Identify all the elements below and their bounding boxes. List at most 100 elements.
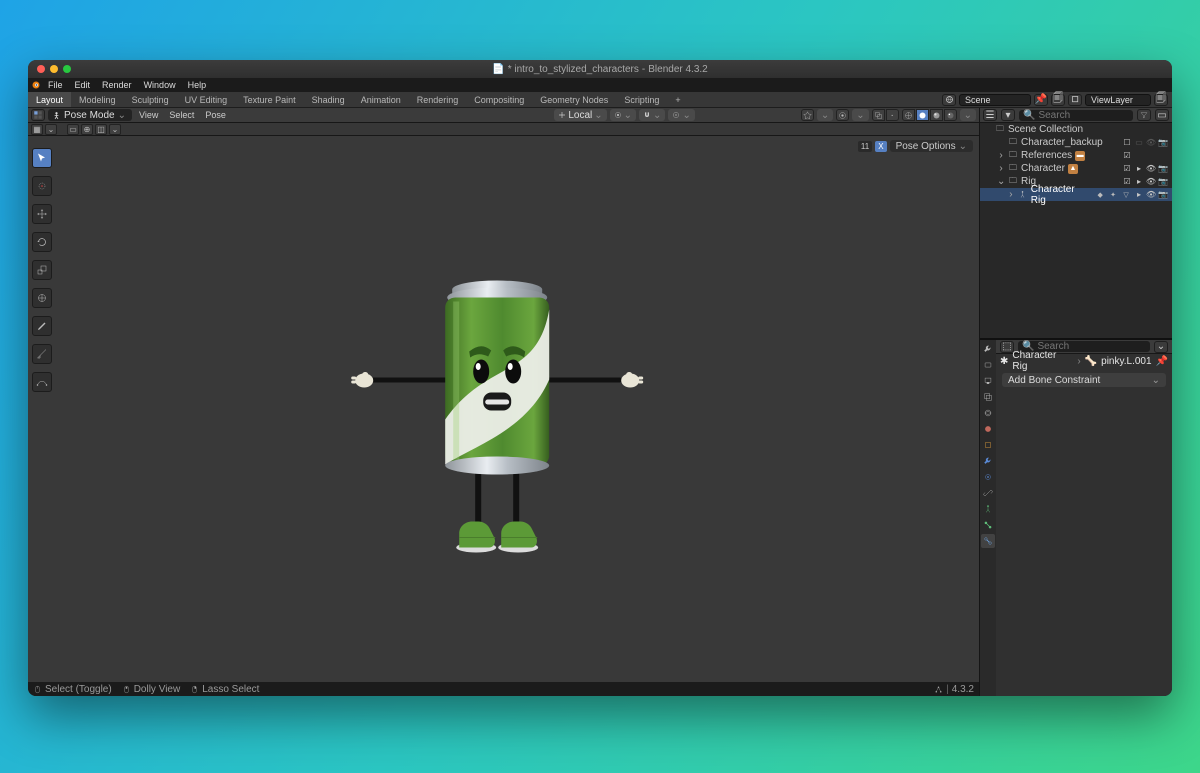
tree-row-references[interactable]: › 🗀 References ▬ ☑ — [980, 149, 1172, 162]
tool-cursor[interactable] — [32, 176, 52, 196]
hide-toggle[interactable]: 👁 — [1146, 164, 1156, 174]
viewport-menu-select[interactable]: Select — [165, 110, 198, 120]
gizmo-dropdown[interactable]: ⌄ — [817, 109, 833, 121]
render-toggle[interactable]: 📷 — [1158, 138, 1168, 148]
outliner-display-mode[interactable]: ▾ — [1001, 109, 1015, 121]
tab-geometry-nodes[interactable]: Geometry Nodes — [532, 92, 616, 107]
viewport-menu-pose[interactable]: Pose — [201, 110, 230, 120]
pin-icon[interactable]: 📌 — [1156, 356, 1168, 367]
exclude-checkbox[interactable]: ☐ — [1122, 138, 1132, 148]
scene-field[interactable]: Scene — [959, 94, 1031, 106]
ptab-object[interactable] — [981, 438, 995, 452]
viewport-3d[interactable]: 11 X Pose Options⌄ — [28, 136, 979, 682]
render-toggle[interactable]: 📷 — [1158, 190, 1168, 200]
scene-new-button[interactable]: 🗐 — [1051, 94, 1065, 106]
ptab-physics[interactable] — [981, 470, 995, 484]
tab-scripting[interactable]: Scripting — [616, 92, 667, 107]
outliner-search[interactable]: 🔍 Search — [1019, 110, 1133, 121]
tool-measure[interactable] — [32, 344, 52, 364]
pose-options-dropdown[interactable]: Pose Options⌄ — [890, 140, 973, 152]
xray-toggle[interactable] — [872, 109, 885, 121]
disclosure-icon[interactable]: › — [997, 150, 1005, 161]
exclude-checkbox[interactable]: ☑ — [1122, 164, 1132, 174]
overlay-dropdown[interactable]: ⌄ — [852, 109, 868, 121]
mode-selector[interactable]: Pose Mode ⌄ — [48, 109, 132, 121]
crumb-object[interactable]: Character Rig — [1012, 350, 1073, 372]
tree-row-character-backup[interactable]: 🗀 Character_backup ☐ ▭ 👁 📷 — [980, 136, 1172, 149]
ptab-viewlayer[interactable] — [981, 390, 995, 404]
outliner-new-collection[interactable]: ▭ — [1155, 109, 1169, 121]
crumb-bone[interactable]: pinky.L.001 — [1101, 356, 1151, 367]
ptab-tool[interactable] — [981, 342, 995, 356]
menu-file[interactable]: File — [42, 80, 69, 90]
matpreview-shading[interactable] — [930, 109, 943, 121]
viewlayer-new-button[interactable]: 🗐 — [1154, 94, 1168, 106]
wireframe-shading[interactable] — [902, 109, 915, 121]
add-bone-constraint-button[interactable]: Add Bone Constraint ⌄ — [1002, 373, 1166, 387]
tab-texture-paint[interactable]: Texture Paint — [235, 92, 304, 107]
ptab-constraints[interactable] — [981, 486, 995, 500]
tool-rotate[interactable] — [32, 232, 52, 252]
shading-dropdown[interactable]: ⌄ — [960, 109, 976, 121]
menu-edit[interactable]: Edit — [69, 80, 97, 90]
blender-logo-icon[interactable] — [28, 78, 42, 92]
xray-shade[interactable]: · — [886, 109, 899, 121]
selectable-toggle[interactable]: ▭ — [1134, 138, 1144, 148]
snap-popover[interactable]: ⌄ — [639, 109, 665, 121]
hide-toggle[interactable]: 👁 — [1146, 190, 1156, 200]
tool-setting-dup[interactable]: ◫ — [95, 124, 107, 135]
ptab-world[interactable] — [981, 422, 995, 436]
tool-annotate[interactable] — [32, 316, 52, 336]
tree-row-character-rig[interactable]: › Character Rig ◆ ✦ ▽ ▸ 👁 📷 — [980, 188, 1172, 201]
ptab-bone[interactable] — [981, 518, 995, 532]
tab-rendering[interactable]: Rendering — [409, 92, 467, 107]
properties-options[interactable]: ⌄ — [1154, 341, 1168, 353]
viewport-menu-view[interactable]: View — [135, 110, 162, 120]
editor-type-button[interactable] — [31, 109, 45, 121]
tool-setting-extra[interactable]: ⌄ — [109, 124, 121, 135]
tree-row-scene-collection[interactable]: 🗀 Scene Collection — [980, 123, 1172, 136]
tool-setting-cursor[interactable]: ⊕ — [81, 124, 93, 135]
proportional-edit[interactable]: ⌄ — [668, 109, 694, 121]
close-window-button[interactable] — [37, 65, 45, 73]
disclosure-icon[interactable]: › — [1007, 189, 1015, 200]
exclude-checkbox[interactable]: ☑ — [1122, 177, 1132, 187]
ptab-scene[interactable] — [981, 406, 995, 420]
render-toggle[interactable]: 📷 — [1158, 164, 1168, 174]
minimize-window-button[interactable] — [50, 65, 58, 73]
ptab-modifiers[interactable] — [981, 454, 995, 468]
selectable-toggle[interactable]: ▸ — [1134, 177, 1144, 187]
selectable-toggle[interactable]: ▸ — [1134, 190, 1144, 200]
outliner-editor-type[interactable]: ☰ — [983, 109, 997, 121]
render-toggle[interactable]: 📷 — [1158, 177, 1168, 187]
tool-settings-dropdown[interactable]: ⌄ — [45, 124, 57, 135]
disclosure-icon[interactable]: ⌄ — [997, 176, 1005, 187]
hide-toggle[interactable]: 👁 — [1146, 138, 1156, 148]
scene-browse-button[interactable] — [942, 94, 956, 106]
tool-setting-box[interactable]: ▭ — [67, 124, 79, 135]
tab-modeling[interactable]: Modeling — [71, 92, 124, 107]
tool-scale[interactable] — [32, 260, 52, 280]
overlay-toggle[interactable] — [836, 109, 849, 121]
pose-badge-number[interactable]: 11 — [858, 141, 872, 152]
viewlayer-field[interactable]: ViewLayer — [1085, 94, 1151, 106]
solid-shading[interactable] — [916, 109, 929, 121]
tab-layout[interactable]: Layout — [28, 92, 71, 107]
ptab-bone-constraint[interactable] — [981, 534, 995, 548]
tool-select-box[interactable] — [32, 148, 52, 168]
rendered-shading[interactable] — [944, 109, 957, 121]
gizmo-toggle[interactable] — [801, 109, 814, 121]
exclude-checkbox[interactable]: ☑ — [1122, 151, 1132, 161]
menu-help[interactable]: Help — [182, 80, 213, 90]
menu-render[interactable]: Render — [96, 80, 138, 90]
scene-pin-button[interactable]: 📌 — [1034, 94, 1048, 106]
ptab-render[interactable] — [981, 358, 995, 372]
tool-transform[interactable] — [32, 288, 52, 308]
pose-axis-x-badge[interactable]: X — [875, 141, 886, 152]
disclosure-icon[interactable]: › — [997, 163, 1005, 174]
ptab-output[interactable] — [981, 374, 995, 388]
tool-breakdowner[interactable] — [32, 372, 52, 392]
viewlayer-browse-button[interactable] — [1068, 94, 1082, 106]
outliner-filter[interactable] — [1137, 109, 1151, 121]
menu-window[interactable]: Window — [138, 80, 182, 90]
